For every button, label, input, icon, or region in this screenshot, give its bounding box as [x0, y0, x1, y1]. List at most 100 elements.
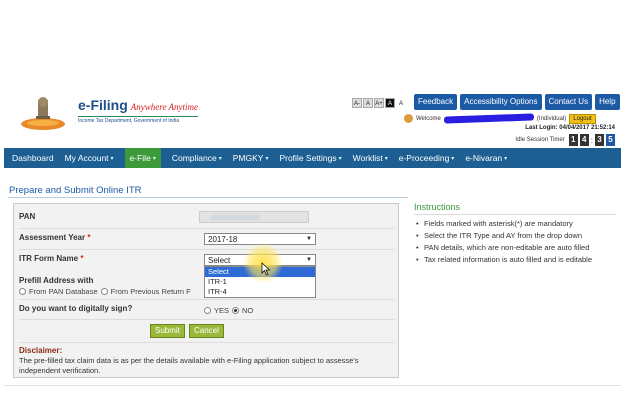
timer-colon: : — [590, 135, 593, 145]
font-normal-button[interactable]: A — [363, 98, 373, 108]
sign-yes-radio[interactable] — [204, 307, 211, 314]
nav-item-dashboard[interactable]: Dashboard — [12, 148, 54, 168]
nav-item-label: e-File — [129, 153, 151, 163]
welcome-label: Welcome — [416, 115, 441, 122]
chevron-down-icon: ▾ — [265, 155, 269, 162]
prefill-options: From PAN Database From Previous Return F — [19, 287, 191, 296]
prefill-previous-return-radio[interactable] — [100, 288, 108, 295]
instructions-panel: Instructions Fields marked with asterisk… — [410, 197, 620, 378]
brand-underline — [78, 116, 198, 117]
font-decrease-button[interactable]: A- — [352, 98, 362, 108]
nav-item-label: Dashboard — [12, 153, 54, 163]
nav-item-my-account[interactable]: My Account ▾ — [65, 148, 114, 168]
font-increase-button[interactable]: A+ — [374, 98, 384, 108]
instruction-item: Select the ITR Type and AY from the drop… — [416, 231, 616, 241]
nav-item-label: e-Nivaran — [465, 153, 503, 163]
assessment-year-value: 2017-18 — [208, 235, 238, 244]
digital-sign-options: YES NO — [204, 306, 253, 315]
timer-digit: 3 — [595, 134, 604, 146]
row-divider — [19, 249, 395, 250]
feedback-link[interactable]: Feedback — [414, 94, 458, 110]
top-links: Feedback Accessibility Options Contact U… — [414, 94, 620, 110]
brand: e-Filing Anywhere Anytime Income Tax Depa… — [78, 97, 199, 124]
prefill-pan-label: From PAN Database — [29, 287, 98, 296]
digital-sign-label: Do you want to digitally sign? — [19, 304, 133, 313]
brand-name: e-Filing — [78, 97, 128, 113]
department-name: Income Tax Department, Government of Ind… — [78, 118, 180, 124]
high-contrast-button[interactable]: A — [385, 98, 395, 108]
nav-item-e-nivaran[interactable]: e-Nivaran ▾ — [465, 148, 507, 168]
font-size-controls: A- A A+ A A — [352, 98, 406, 108]
contact-us-link[interactable]: Contact Us — [544, 94, 593, 110]
page-bottom-rule — [4, 385, 621, 386]
chevron-down-icon: ▾ — [338, 155, 342, 162]
nav-item-pmgky[interactable]: PMGKY ▾ — [233, 148, 269, 168]
sign-yes-label: YES — [214, 306, 230, 315]
pan-field — [199, 211, 309, 223]
cancel-button[interactable]: Cancel — [189, 324, 224, 338]
itr-form-name-label: ITR Form Name * — [19, 254, 84, 263]
row-divider — [19, 228, 395, 229]
row-divider — [19, 342, 395, 343]
chevron-down-icon: ▾ — [218, 155, 222, 162]
dropdown-option-itr-4[interactable]: ITR-4 — [205, 287, 315, 297]
nav-item-worklist[interactable]: Worklist ▾ — [353, 148, 388, 168]
disclaimer-text: The pre-filled tax claim data is as per … — [19, 356, 359, 375]
title-divider — [8, 197, 408, 198]
row-divider — [19, 319, 395, 320]
dropdown-arrow-icon: ▼ — [306, 236, 312, 242]
main-nav: Dashboard My Account ▾ e-File ▾ Compliance… — [4, 148, 621, 168]
last-login-value: 04/04/2017 21:52:14 — [559, 125, 615, 131]
idle-timer-label: Idle Session Timer — [515, 137, 565, 143]
user-icon — [404, 114, 413, 123]
instructions-title: Instructions — [414, 202, 461, 212]
itr-form: PAN Assessment Year * 2017-18 ▼ ITR Form … — [13, 203, 399, 378]
chevron-down-icon: ▾ — [152, 155, 156, 162]
nav-item-profile-settings[interactable]: Profile Settings ▾ — [279, 148, 341, 168]
normal-contrast-button[interactable]: A — [396, 98, 406, 108]
disclaimer-title: Disclaimer: — [19, 346, 63, 355]
nav-item-label: PMGKY — [232, 153, 264, 163]
instruction-item: PAN details, which are non-editable are … — [416, 243, 616, 253]
timer-digit: 1 — [568, 134, 578, 146]
timer-digit: 5 — [606, 134, 615, 146]
logout-button[interactable]: Logout — [569, 113, 596, 124]
mouse-pointer-icon — [261, 262, 271, 276]
instructions-divider — [414, 214, 616, 215]
timer-digit: 4 — [579, 134, 589, 146]
page-title: Prepare and Submit Online ITR — [9, 185, 142, 196]
sign-no-radio[interactable] — [232, 307, 240, 314]
prefill-address-label: Prefill Address with — [19, 276, 94, 285]
instruction-item: Fields marked with asterisk(*) are manda… — [416, 219, 616, 229]
idle-session-timer: Idle Session Timer 1 4 : 3 5 — [515, 134, 615, 146]
instruction-item: Tax related information is auto filled a… — [416, 255, 616, 265]
accessibility-options-link[interactable]: Accessibility Options — [460, 94, 542, 110]
user-role: (Individual) — [536, 115, 567, 122]
nav-item-e-file[interactable]: e-File ▾ — [124, 148, 161, 168]
site-header: e-Filing Anywhere Anytime Income Tax Depa… — [4, 90, 621, 148]
chevron-down-icon: ▾ — [110, 155, 114, 162]
chevron-down-icon: ▾ — [384, 155, 388, 162]
dropdown-arrow-icon: ▼ — [306, 257, 312, 263]
sign-no-label: NO — [242, 306, 254, 315]
nav-item-label: e-Proceeding — [398, 153, 450, 163]
prefill-pan-radio[interactable] — [19, 288, 26, 295]
submit-button[interactable]: Submit — [150, 324, 185, 338]
nav-item-label: Worklist — [352, 153, 383, 163]
assessment-year-label: Assessment Year * — [19, 233, 91, 242]
redacted-username — [443, 113, 535, 124]
row-divider — [19, 299, 395, 300]
nav-item-e-proceeding[interactable]: e-Proceeding ▾ — [399, 148, 455, 168]
last-login: Last Login: 04/04/2017 21:52:14 — [525, 125, 615, 131]
pan-redacted-value — [210, 215, 260, 220]
chevron-down-icon: ▾ — [451, 155, 455, 162]
welcome-row: Welcome (Individual) Logout — [404, 113, 618, 124]
brand-tagline: Anywhere Anytime — [130, 102, 199, 112]
nav-item-label: My Account — [64, 153, 109, 163]
help-link[interactable]: Help — [595, 94, 620, 110]
nav-item-compliance[interactable]: Compliance ▾ — [172, 148, 222, 168]
nav-item-label: Profile Settings — [279, 153, 337, 163]
last-login-label: Last Login: — [525, 125, 558, 131]
instructions-list: Fields marked with asterisk(*) are manda… — [416, 219, 616, 267]
nav-item-label: Compliance — [171, 153, 217, 163]
